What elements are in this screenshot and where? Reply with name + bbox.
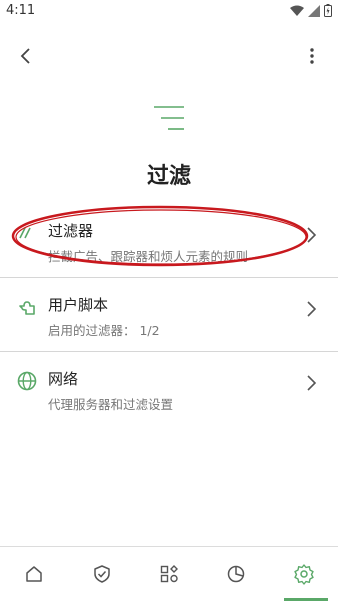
filter-icon	[19, 227, 31, 239]
status-time: 4:11	[6, 3, 36, 18]
chevron-right-icon	[307, 375, 317, 391]
row-title: 过滤器	[48, 222, 94, 240]
nav-statistics[interactable]	[223, 561, 249, 587]
pie-chart-icon	[227, 565, 245, 583]
wifi-icon	[290, 5, 304, 16]
row-subtitle: 启用的过滤器： 1/2	[48, 323, 160, 338]
puzzle-icon	[19, 301, 35, 315]
signal-icon	[308, 4, 320, 17]
row-subtitle: 拦截广告、跟踪器和烦人元素的规则	[48, 249, 249, 264]
arrow-back-icon	[20, 48, 30, 64]
back-button[interactable]	[14, 44, 38, 68]
home-icon	[26, 566, 42, 582]
row-subtitle: 代理服务器和过滤设置	[48, 397, 174, 412]
battery-icon	[324, 4, 332, 17]
settings-row-filters[interactable]: 过滤器 拦截广告、跟踪器和烦人元素的规则	[0, 206, 338, 280]
status-icons	[290, 4, 332, 17]
page-title: 过滤	[146, 164, 191, 189]
filter-lines-icon	[154, 106, 184, 130]
settings-row-userscripts[interactable]: 用户脚本 启用的过滤器： 1/2	[0, 280, 338, 354]
more-vert-icon	[310, 48, 314, 64]
divider	[0, 351, 338, 352]
chevron-right-icon	[307, 227, 317, 243]
shield-check-icon	[94, 565, 110, 583]
nav-apps[interactable]	[156, 561, 182, 587]
status-bar: 4:11	[0, 0, 338, 24]
bottom-nav	[0, 546, 338, 601]
globe-icon	[17, 371, 37, 391]
nav-home[interactable]	[21, 561, 47, 587]
divider	[0, 277, 338, 278]
apps-icon	[160, 565, 178, 583]
nav-protection[interactable]	[89, 561, 115, 587]
nav-settings[interactable]	[291, 561, 317, 587]
row-title: 网络	[48, 370, 79, 388]
settings-row-network[interactable]: 网络 代理服务器和过滤设置	[0, 354, 338, 428]
app-bar	[0, 40, 338, 72]
gear-icon	[294, 564, 314, 585]
chevron-right-icon	[307, 301, 317, 317]
row-title: 用户脚本	[48, 296, 109, 314]
more-options-button[interactable]	[300, 44, 324, 68]
